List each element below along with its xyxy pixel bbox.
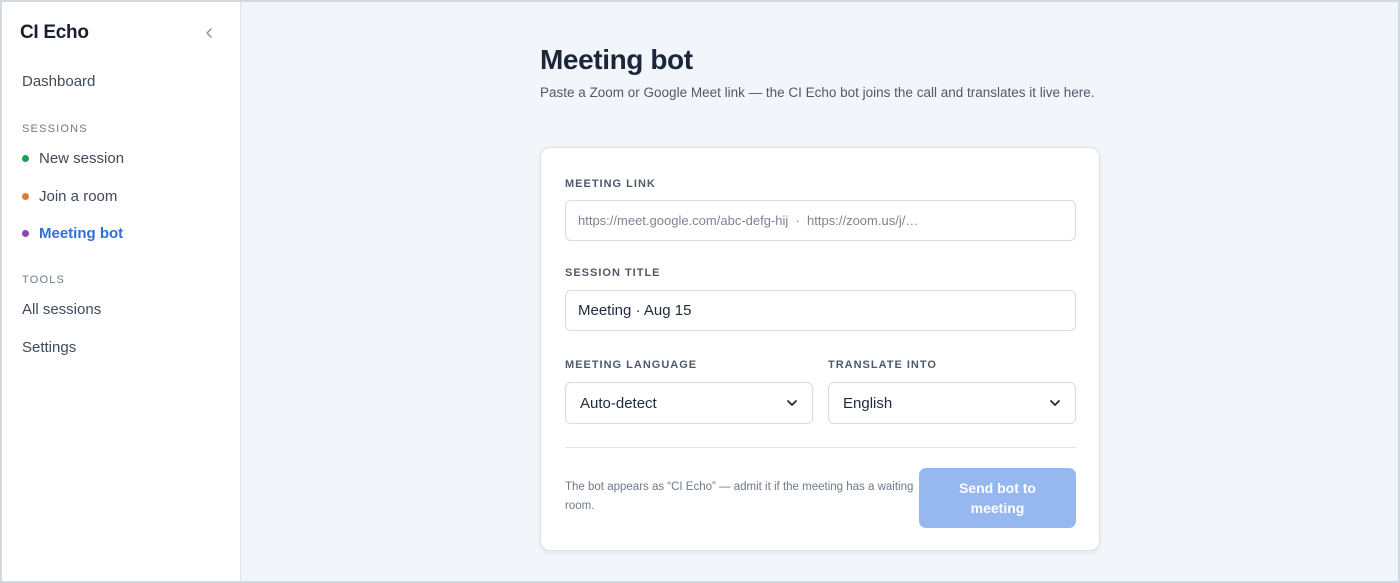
status-dot	[22, 155, 29, 162]
sidebar-item-all-sessions[interactable]: All sessions	[22, 301, 101, 318]
meeting-link-input[interactable]	[565, 200, 1076, 241]
translate-into-select[interactable]: English	[828, 382, 1076, 424]
sidebar-item-join-room[interactable]: Join a room	[22, 188, 117, 205]
sidebar-item-settings[interactable]: Settings	[22, 339, 76, 356]
send-bot-button[interactable]: Send bot to meeting	[919, 468, 1076, 528]
sidebar: CI Echo Dashboard SESSIONS New session J…	[2, 2, 241, 581]
translate-into-value: English	[843, 394, 893, 412]
meeting-bot-form: MEETING LINK SESSION TITLE MEETING LANGU…	[540, 147, 1100, 551]
sidebar-item-label: Dashboard	[22, 73, 96, 90]
sidebar-section-tools: TOOLS	[22, 274, 66, 286]
chevron-down-icon	[787, 400, 797, 406]
sidebar-item-label: Settings	[22, 339, 77, 356]
session-title-label: SESSION TITLE	[565, 267, 661, 279]
sidebar-item-label: Join a room	[39, 188, 118, 205]
page-description: Paste a Zoom or Google Meet link — the C…	[540, 85, 1095, 100]
divider	[565, 447, 1076, 448]
meeting-language-select[interactable]: Auto-detect	[565, 382, 813, 424]
page-title: Meeting bot	[540, 44, 693, 75]
sidebar-item-label: New session	[39, 150, 125, 167]
chevron-left-icon[interactable]	[202, 24, 216, 42]
sidebar-section-sessions: SESSIONS	[22, 123, 88, 135]
sidebar-item-new-session[interactable]: New session	[22, 150, 124, 167]
translate-into-label: TRANSLATE INTO	[828, 359, 937, 371]
bot-footnote: The bot appears as “CI Echo” — admit it …	[565, 481, 914, 512]
sidebar-item-dashboard[interactable]: Dashboard	[22, 73, 95, 90]
sidebar-item-meeting-bot[interactable]: Meeting bot	[22, 225, 123, 242]
status-dot	[22, 193, 29, 200]
sidebar-item-label: All sessions	[22, 301, 102, 318]
brand-logo: CI Echo	[20, 22, 89, 43]
session-title-input[interactable]	[565, 290, 1076, 331]
main-content: Meeting bot Paste a Zoom or Google Meet …	[241, 2, 1398, 581]
meeting-language-label: MEETING LANGUAGE	[565, 359, 698, 371]
chevron-down-icon	[1050, 400, 1060, 406]
status-dot	[22, 230, 29, 237]
meeting-language-value: Auto-detect	[580, 394, 657, 412]
meeting-link-label: MEETING LINK	[565, 178, 656, 190]
sidebar-item-label: Meeting bot	[39, 225, 124, 242]
app-window: CI Echo Dashboard SESSIONS New session J…	[0, 0, 1400, 583]
